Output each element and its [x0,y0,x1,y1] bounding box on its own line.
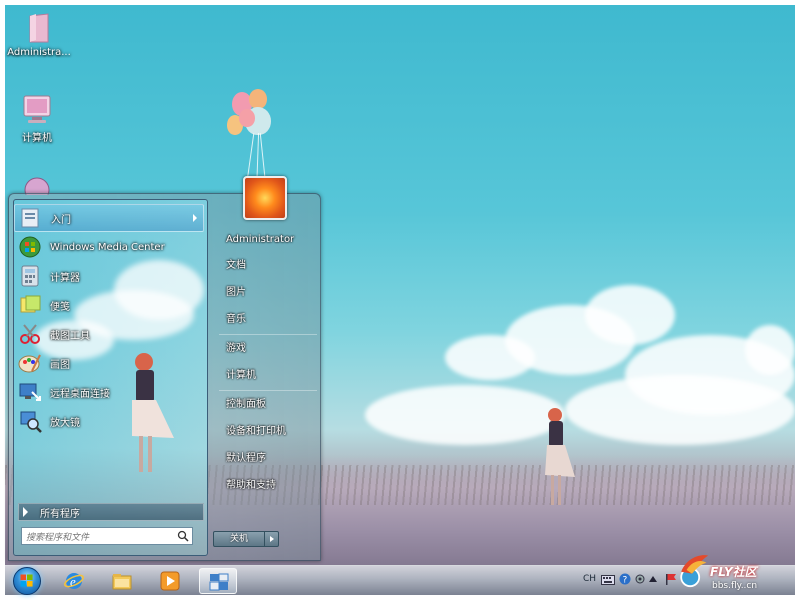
taskbar-ie-button[interactable]: e [55,568,93,594]
computer-icon [23,95,51,123]
right-item-devices-printers[interactable]: 设备和打印机 [218,422,318,442]
program-label: 画图 [50,359,70,371]
cloud [585,285,675,345]
explorer-folder-icon [112,574,132,590]
show-hidden-icons-icon[interactable] [649,576,657,582]
start-menu-programs-pane: 入门 Windows Media Center 计算器 便笺 截图工具 画图 远… [13,199,208,556]
right-item-documents[interactable]: 文档 [218,256,318,276]
arrow-right-icon [23,507,28,517]
desktop-partial-icon[interactable] [22,175,52,195]
watermark-url: bbs.fly..cn [712,581,758,591]
calculator-icon [21,265,39,287]
search-icon[interactable] [177,530,189,542]
right-item-games[interactable]: 游戏 [218,339,318,359]
program-label: 放大镜 [50,417,80,429]
cloud [565,375,795,445]
search-input[interactable]: 搜索程序和文件 [21,527,193,545]
settings-icon[interactable] [635,574,645,584]
watermark-text: FLY社区 [710,565,757,579]
submenu-arrow-icon [193,214,197,222]
all-programs-button[interactable]: 所有程序 [18,503,204,521]
shutdown-button[interactable]: 关机 [213,531,265,547]
windows-logo-icon [20,574,33,587]
program-paint[interactable]: 画图 [14,349,204,377]
remote-desktop-icon [19,383,41,401]
desktop-icon-label: 计算机 [22,133,52,144]
taskbar-active-window-button[interactable] [199,568,237,594]
sticky-notes-icon [20,295,41,313]
taskbar-explorer-button[interactable] [103,568,141,594]
program-label: 入门 [51,214,71,226]
program-getting-started[interactable]: 入门 [14,204,204,232]
shutdown-options-button[interactable] [265,531,279,547]
right-item-computer[interactable]: 计算机 [218,366,318,386]
magnifier-icon [20,411,42,433]
keyboard-icon[interactable] [601,574,615,586]
start-menu: 入门 Windows Media Center 计算器 便笺 截图工具 画图 远… [8,176,321,561]
right-item-music[interactable]: 音乐 [218,310,318,330]
program-sticky-notes[interactable]: 便笺 [14,291,204,319]
watermark-logo: FLY社区 bbs.fly..cn [672,545,797,595]
desktop-icon-administrator[interactable]: Administra... [4,12,74,58]
desktop-icon-computer[interactable]: 计算机 [2,94,72,144]
right-item-default-programs[interactable]: 默认程序 [218,449,318,469]
internet-explorer-icon: e [64,573,84,589]
media-player-icon [160,571,180,591]
desktop-icon-label: Administra... [7,47,71,58]
program-label: 远程桌面连接 [50,388,110,400]
language-indicator[interactable]: CH [583,574,596,584]
all-programs-label: 所有程序 [40,508,80,520]
program-label: Windows Media Center [50,241,165,253]
program-remote-desktop[interactable]: 远程桌面连接 [14,378,204,406]
user-folder-icon [29,13,49,43]
snipping-tool-icon [20,324,40,344]
taskbar-media-player-button[interactable] [151,568,189,594]
svg-text:?: ? [623,576,628,586]
right-item-administrator[interactable]: Administrator [218,230,318,250]
fly-logo-icon [680,555,709,588]
right-item-pictures[interactable]: 图片 [218,283,318,303]
media-center-icon [19,236,41,258]
active-window-icon [209,573,229,591]
menu-separator [219,390,317,391]
program-snipping-tool[interactable]: 截图工具 [14,320,204,348]
cloud [365,385,565,445]
getting-started-icon [21,208,39,228]
program-calculator[interactable]: 计算器 [14,262,204,290]
girl-figure [545,408,575,505]
cloud [745,325,795,375]
paint-icon [18,354,41,373]
program-magnifier[interactable]: 放大镜 [14,407,204,435]
search-placeholder: 搜索程序和文件 [26,533,90,543]
menu-separator [219,334,317,335]
right-item-control-panel[interactable]: 控制面板 [218,395,318,415]
start-button[interactable] [13,567,41,595]
help-icon[interactable]: ? [619,573,631,585]
program-label: 便笺 [50,301,70,313]
program-label: 计算器 [50,272,80,284]
program-media-center[interactable]: Windows Media Center [14,233,204,261]
user-avatar[interactable] [243,176,287,220]
right-item-help-support[interactable]: 帮助和支持 [218,476,318,496]
program-label: 截图工具 [50,330,90,342]
